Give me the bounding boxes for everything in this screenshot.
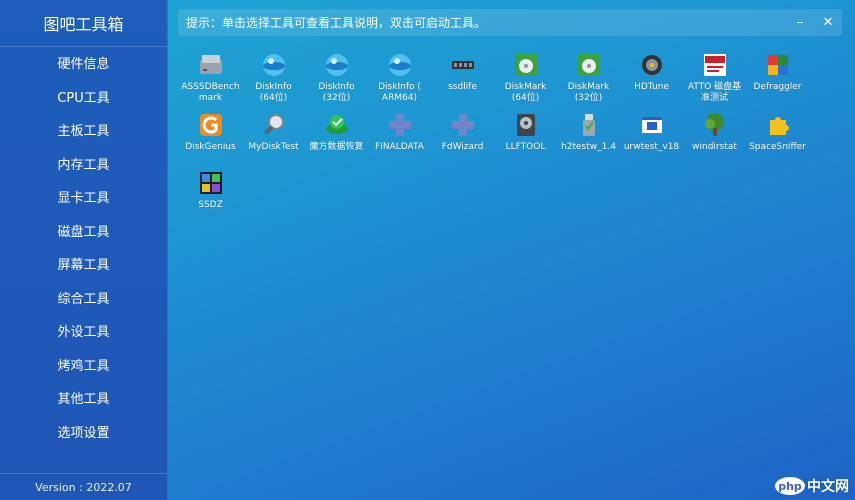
tool-asssdbenchmark[interactable]: ASSSDBench mark	[179, 50, 242, 104]
diskmark-icon	[574, 50, 604, 80]
diskinfo-globe-icon	[322, 50, 352, 80]
diskgenius-icon	[196, 110, 226, 140]
sidebar-item-motherboard-tools[interactable]: 主板工具	[0, 113, 167, 147]
sidebar-item-cpu-tools[interactable]: CPU工具	[0, 80, 167, 114]
tool-label: DiskInfo (32位)	[318, 82, 355, 103]
ssdz-grid-icon	[196, 168, 226, 198]
tool-label: ssdlife	[448, 82, 477, 92]
sidebar-item-other-tools[interactable]: 其他工具	[0, 381, 167, 415]
tool-label: Defraggler	[753, 82, 802, 92]
hard-disk-icon	[637, 50, 667, 80]
tool-label: FdWizard	[441, 142, 484, 152]
tool-label: ATTO 磁盘基 准测试	[687, 82, 742, 103]
tool-label: MyDiskTest	[248, 142, 299, 152]
tool-label: DiskInfo (64位)	[255, 82, 292, 103]
window-test-icon	[637, 110, 667, 140]
tool-label: HDTune	[634, 82, 669, 92]
watermark-text: 中文网	[807, 479, 849, 495]
sidebar-item-disk-tools[interactable]: 磁盘工具	[0, 214, 167, 248]
tool-label: ASSSDBench mark	[181, 82, 240, 103]
sidebar-item-gpu-tools[interactable]: 显卡工具	[0, 180, 167, 214]
sidebar: 图吧工具箱 硬件信息 CPU工具 主板工具 内存工具 显卡工具 磁盘工具 屏幕工…	[0, 0, 168, 500]
tool-diskinfo-arm64[interactable]: DiskInfo ( ARM64)	[368, 50, 431, 104]
sidebar-item-stress-tools[interactable]: 烤鸡工具	[0, 348, 167, 382]
tool-ssdlife[interactable]: ssdlife	[431, 50, 494, 93]
tool-label: windirstat	[692, 142, 737, 152]
sidebar-item-hardware-info[interactable]: 硬件信息	[0, 46, 167, 80]
tool-diskmark-32[interactable]: DiskMark (32位)	[557, 50, 620, 104]
tool-data-recovery[interactable]: 魔方数据恢复	[305, 110, 368, 153]
memory-chip-icon	[448, 50, 478, 80]
tool-diskgenius[interactable]: DiskGenius	[179, 110, 242, 153]
atto-icon	[700, 50, 730, 80]
tool-finaldata[interactable]: FINALDATA	[368, 110, 431, 153]
tree-icon	[700, 110, 730, 140]
sidebar-item-peripheral-tools[interactable]: 外设工具	[0, 314, 167, 348]
puzzle-piece-icon	[763, 110, 793, 140]
defraggler-cube-icon	[763, 50, 793, 80]
tool-urwtest[interactable]: urwtest_v18	[620, 110, 683, 153]
data-recovery-icon	[322, 110, 352, 140]
tool-llftool[interactable]: LLFTOOL	[494, 110, 557, 153]
diskinfo-globe-icon	[259, 50, 289, 80]
tool-windirstat[interactable]: windirstat	[683, 110, 746, 153]
version-label: Version : 2022.07	[0, 473, 167, 500]
usb-stick-icon	[574, 110, 604, 140]
tool-label: urwtest_v18	[623, 142, 680, 152]
tool-label: FINALDATA	[375, 142, 424, 152]
tool-h2testw[interactable]: h2testw_1.4	[557, 110, 620, 153]
sidebar-item-settings[interactable]: 选项设置	[0, 415, 167, 449]
tool-ssdz[interactable]: SSDZ	[179, 168, 242, 211]
disk-tool-icon	[511, 110, 541, 140]
tool-label: 魔方数据恢复	[309, 142, 364, 152]
tool-fdwizard[interactable]: FdWizard	[431, 110, 494, 153]
diskinfo-globe-icon	[385, 50, 415, 80]
tool-diskinfo-64[interactable]: DiskInfo (64位)	[242, 50, 305, 104]
tool-hdtune[interactable]: HDTune	[620, 50, 683, 93]
tool-label: DiskMark (64位)	[504, 82, 547, 103]
php-logo-icon: php	[775, 477, 805, 495]
app-window: 图吧工具箱 硬件信息 CPU工具 主板工具 内存工具 显卡工具 磁盘工具 屏幕工…	[0, 0, 855, 500]
puzzle-cross-icon	[448, 110, 478, 140]
puzzle-cross-icon	[385, 110, 415, 140]
tool-atto[interactable]: ATTO 磁盘基 准测试	[683, 50, 746, 104]
tool-label: h2testw_1.4	[561, 142, 616, 152]
tool-mydisktest[interactable]: MyDiskTest	[242, 110, 305, 153]
sidebar-item-memory-tools[interactable]: 内存工具	[0, 147, 167, 181]
magnifier-icon	[259, 110, 289, 140]
tool-spacesniffer[interactable]: SpaceSniffer	[746, 110, 809, 153]
sidebar-item-screen-tools[interactable]: 屏幕工具	[0, 247, 167, 281]
ssd-drive-icon	[196, 50, 226, 80]
tool-label: SSDZ	[198, 200, 223, 210]
diskmark-icon	[511, 50, 541, 80]
watermark: php 中文网	[775, 476, 849, 496]
close-button[interactable]: ✕	[814, 9, 842, 36]
hint-text: 提示：单击选择工具可查看工具说明，双击可启动工具。	[186, 16, 487, 30]
hint-bar: 提示：单击选择工具可查看工具说明，双击可启动工具。 – ✕	[178, 9, 842, 36]
tool-diskmark-64[interactable]: DiskMark (64位)	[494, 50, 557, 104]
tool-diskinfo-32[interactable]: DiskInfo (32位)	[305, 50, 368, 104]
tool-label: DiskMark (32位)	[567, 82, 610, 103]
app-title: 图吧工具箱	[0, 0, 167, 47]
tool-label: LLFTOOL	[505, 142, 546, 152]
tool-label: SpaceSniffer	[749, 142, 806, 152]
tool-label: DiskInfo ( ARM64)	[378, 82, 421, 103]
sidebar-nav: 硬件信息 CPU工具 主板工具 内存工具 显卡工具 磁盘工具 屏幕工具 综合工具…	[0, 46, 167, 448]
tool-label: DiskGenius	[185, 142, 236, 152]
sidebar-item-general-tools[interactable]: 综合工具	[0, 281, 167, 315]
minimize-button[interactable]: –	[786, 9, 814, 36]
tool-defraggler[interactable]: Defraggler	[746, 50, 809, 93]
